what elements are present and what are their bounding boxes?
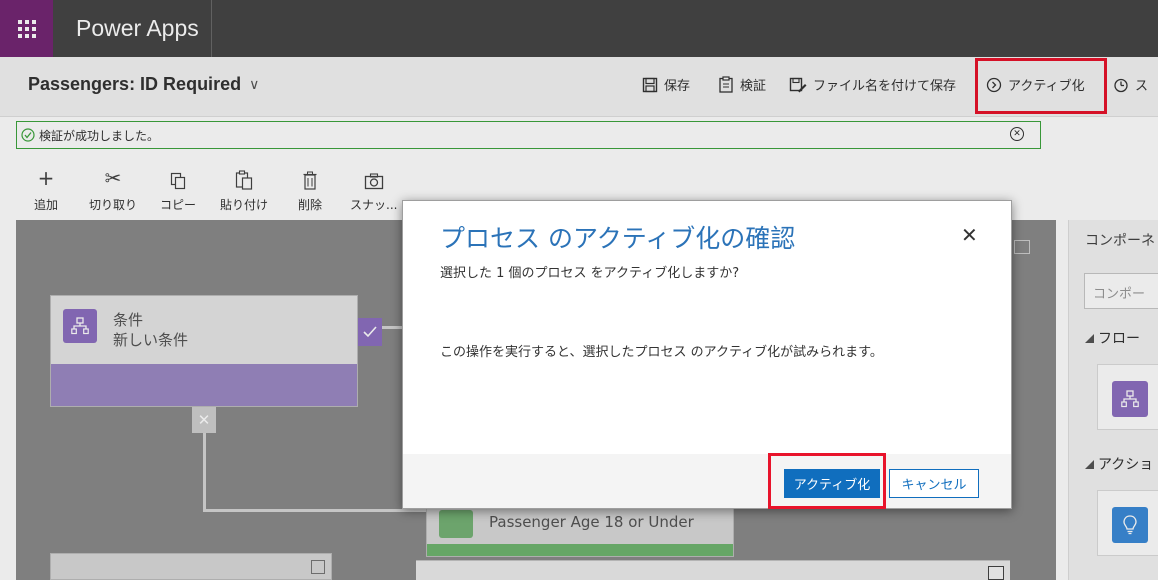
success-banner: 検証が成功しました。 ✕ [16,121,1041,149]
section-flow-header[interactable]: フロー [1085,328,1140,348]
flow-title: Passengers: ID Required [28,74,242,94]
activate-confirm-dialog: プロセス のアクティブ化の確認 ✕ 選択した 1 個のプロセス をアクティブ化し… [402,200,1012,509]
passenger-age-node-footer [427,544,733,556]
connector-line [203,433,206,511]
lightbulb-icon [1112,507,1148,543]
snapshot-button[interactable]: スナッ... [350,168,397,213]
section-action-header[interactable]: アクショ [1085,454,1153,474]
cancel-button[interactable]: キャンセル [889,469,979,498]
action-step-icon [439,510,473,538]
app-name[interactable]: Power Apps [76,15,199,42]
component-search-input[interactable]: コンポー [1084,273,1158,309]
save-button[interactable]: 保存 [642,75,690,94]
condition-branch-icon [1112,381,1148,417]
section-action-label: アクショ [1098,457,1154,473]
components-panel-title: コンポーネ [1085,233,1155,249]
save-icon [642,77,658,92]
components-panel: コンポーネ コンポー フロー アクショ [1068,220,1158,580]
dialog-subtitle: 選択した 1 個のプロセス をアクティブ化しますか? [440,266,740,281]
topbar-divider [211,0,212,57]
condition-node-footer [51,364,357,406]
paste-button[interactable]: 貼り付け [220,168,268,213]
flow-title-dropdown[interactable]: Passengers: ID Required ∨ [28,74,259,95]
save-as-button[interactable]: ファイル名を付けて保存 [789,75,956,94]
copy-button[interactable]: コピー [160,168,196,213]
close-banner-icon[interactable]: ✕ [1010,127,1024,141]
section-flow-label: フロー [1098,331,1140,347]
paste-icon [235,168,253,190]
recommendation-component-card[interactable] [1097,490,1158,556]
trash-icon [303,168,317,190]
no-branch-x-icon[interactable]: ✕ [192,407,216,433]
snapshot-label: スナッ... [350,198,398,212]
copy-icon [170,168,186,190]
expand-icon[interactable] [311,560,325,574]
add-label: 追加 [34,198,59,212]
collapse-triangle-icon [1085,459,1094,469]
save-as-icon [789,77,807,92]
connector-line [203,509,428,512]
dialog-title: プロセス のアクティブ化の確認 [440,224,796,253]
condition-branch-icon [63,309,97,343]
add-button[interactable]: + 追加 [34,166,59,213]
connector-line [382,326,402,329]
minimap-icon[interactable] [988,566,1004,580]
clipboard-check-icon [719,76,733,93]
condition-node[interactable]: 条件 新しい条件 [50,295,358,407]
success-message: 検証が成功しました。 [39,128,160,143]
check-circle-icon [21,128,35,142]
verify-label: 検証 [740,79,767,94]
delete-button[interactable]: 削除 [298,168,322,213]
yes-branch-check-icon[interactable] [358,318,382,346]
timer-icon [1114,78,1128,92]
save-as-label: ファイル名を付けて保存 [813,79,957,94]
activate-command-highlight [975,58,1107,114]
waffle-icon [17,19,36,38]
dialog-message: この操作を実行すると、選択したプロセス のアクティブ化が試みられます。 [440,345,883,360]
paste-label: 貼り付け [220,198,269,212]
copy-label: コピー [160,198,197,212]
canvas-bottom-strip [416,560,1010,580]
condition-node-text: 条件 新しい条件 [113,310,188,350]
top-app-bar: Power Apps [0,0,1158,57]
passenger-age-node[interactable]: Passenger Age 18 or Under [426,505,734,557]
passenger-age-node-name: Passenger Age 18 or Under [489,513,694,531]
app-launcher-button[interactable] [0,0,53,57]
delete-label: 削除 [298,198,323,212]
cut-button[interactable]: ✂ 切り取り [89,166,138,213]
verify-button[interactable]: 検証 [718,75,766,94]
save-label: 保存 [664,79,691,94]
more-command-button[interactable]: ス [1113,75,1148,94]
chevron-down-icon: ∨ [249,76,260,92]
condition-component-card[interactable] [1097,364,1158,430]
more-command-label: ス [1135,79,1149,94]
collapsed-stage-node[interactable] [50,553,332,580]
fit-to-screen-icon[interactable] [1014,240,1030,254]
close-icon[interactable]: ✕ [961,223,978,247]
activate-button-highlight [768,453,886,509]
collapse-triangle-icon [1085,333,1094,343]
plus-icon: + [37,166,55,190]
cut-label: 切り取り [89,198,138,212]
scissors-icon: ✂ [104,166,122,190]
condition-node-type: 条件 [113,311,144,329]
camera-icon [364,168,384,190]
condition-node-name: 新しい条件 [113,331,189,349]
